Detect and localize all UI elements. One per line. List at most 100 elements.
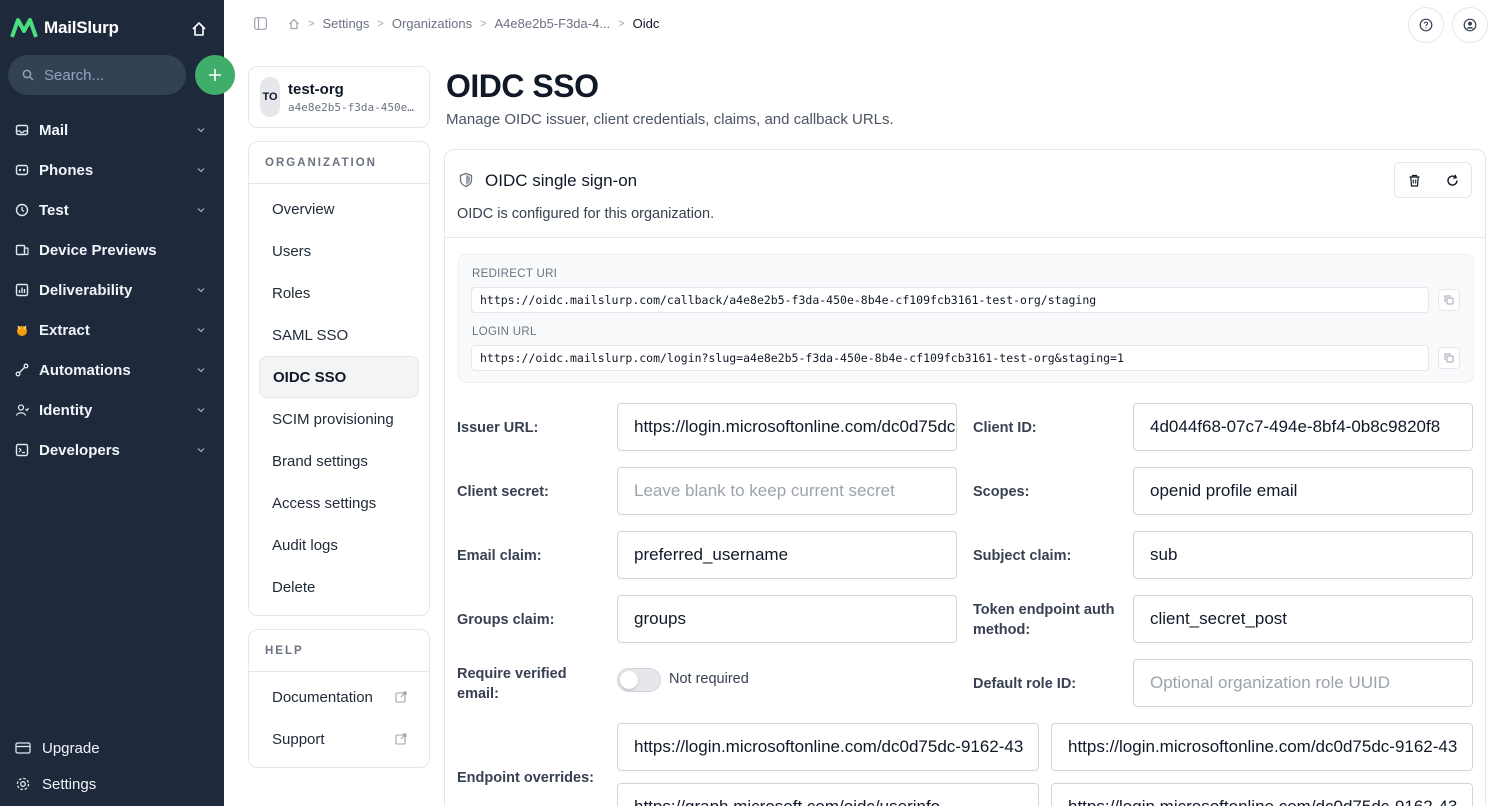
issuer-url-field[interactable] [617,403,957,451]
subject-claim-field[interactable] [1133,531,1473,579]
breadcrumb-link[interactable]: Organizations [392,16,472,31]
sidebar-item-test[interactable]: Test [0,190,224,230]
gear-icon [16,777,30,791]
search-input[interactable] [44,66,164,84]
endpoint-override-field[interactable] [617,783,1039,806]
help-item-support[interactable]: Support [259,718,419,760]
breadcrumb: > Settings > Organizations > A4e8e2b5-F3… [288,16,659,31]
endpoint-override-field[interactable] [1051,723,1473,771]
breadcrumb-link[interactable]: Settings [322,16,369,31]
endpoint-override-input[interactable] [634,737,1038,757]
sidebar-item-label: Upgrade [42,739,100,757]
org-menu-item-scim[interactable]: SCIM provisioning [259,398,419,440]
sidebar-item-upgrade[interactable]: Upgrade [0,730,224,766]
endpoint-override-field[interactable] [617,723,1039,771]
scopes-field[interactable] [1133,467,1473,515]
identity-icon [15,404,29,416]
client-id-input[interactable] [1150,417,1472,437]
client-id-field[interactable] [1133,403,1473,451]
chart-icon [15,283,29,297]
home-icon [192,22,206,36]
add-button[interactable] [195,55,235,95]
email-claim-input[interactable] [634,545,956,565]
sidebar-item-developers[interactable]: Developers [0,430,224,470]
sidebar-item-label: Device Previews [39,241,157,259]
sidebar-item-settings[interactable]: Settings [0,766,224,802]
terminal-icon [15,443,29,457]
redirect-uri-value[interactable]: https://oidc.mailslurp.com/callback/a4e8… [471,287,1429,313]
groups-claim-field[interactable] [617,595,957,643]
sidebar-item-label: Deliverability [39,281,133,299]
copy-login-button[interactable] [1438,347,1460,369]
default-role-field[interactable] [1133,659,1473,707]
sidebar-item-extract[interactable]: Extract [0,310,224,350]
scopes-label: Scopes: [973,484,1030,500]
breadcrumb-current: Oidc [632,16,660,31]
toggle-knob [620,671,638,689]
org-menu-item-access-settings[interactable]: Access settings [259,482,419,524]
phone-icon [15,164,29,176]
copy-redirect-button[interactable] [1438,289,1460,311]
breadcrumb-link[interactable]: A4e8e2b5-F3da-4... [495,16,611,31]
endpoint-override-field[interactable] [1051,783,1473,806]
sidebar-item-mail[interactable]: Mail [0,110,224,150]
help-item-label: Support [272,730,325,748]
refresh-button[interactable] [1433,163,1471,197]
shield-icon [459,172,473,188]
account-button[interactable] [1452,7,1488,43]
help-button[interactable] [1408,7,1444,43]
token-auth-field[interactable] [1133,595,1473,643]
device-icon [15,244,29,256]
breadcrumb-separator: > [308,17,315,30]
card-description: OIDC is configured for this organization… [457,206,715,222]
delete-button[interactable] [1395,163,1433,197]
sidebar-item-deliverability[interactable]: Deliverability [0,270,224,310]
org-menu-item-saml-sso[interactable]: SAML SSO [259,314,419,356]
issuer-url-label: Issuer URL: [457,420,539,436]
sidebar-toggle-button[interactable] [254,17,267,35]
sidebar-item-device-previews[interactable]: Device Previews [0,230,224,270]
org-menu-item-roles[interactable]: Roles [259,272,419,314]
verified-email-status: Not required [669,671,749,687]
help-item-documentation[interactable]: Documentation [259,676,419,718]
home-button[interactable] [188,18,210,40]
sidebar-item-label: Mail [39,121,69,139]
sidebar-item-label: Settings [42,775,97,793]
groups-claim-input[interactable] [634,609,956,629]
org-menu-item-brand-settings[interactable]: Brand settings [259,440,419,482]
client-secret-field[interactable] [617,467,957,515]
endpoint-override-input[interactable] [634,797,1038,806]
breadcrumb-separator: > [618,17,625,30]
subject-claim-input[interactable] [1150,545,1472,565]
sidebar: MailSlurp Mail Phones Test Device Previe… [0,0,235,806]
home-icon[interactable] [288,18,300,30]
callback-urls: REDIRECT URI https://oidc.mailslurp.com/… [458,254,1474,383]
org-menu-item-overview[interactable]: Overview [259,188,419,230]
card-actions [1394,162,1472,198]
client-secret-input[interactable] [634,481,956,501]
sidebar-item-phones[interactable]: Phones [0,150,224,190]
sidebar-item-label: Phones [39,161,94,179]
default-role-input[interactable] [1150,673,1472,693]
brand[interactable]: MailSlurp [10,16,119,40]
org-switcher[interactable]: TO test-org a4e8e2b5-f3da-450e... [248,66,430,128]
org-menu-item-audit-logs[interactable]: Audit logs [259,524,419,566]
sidebar-item-identity[interactable]: Identity [0,390,224,430]
scopes-input[interactable] [1150,481,1472,501]
org-menu-item-users[interactable]: Users [259,230,419,272]
chevron-down-icon [197,328,205,333]
endpoint-override-input[interactable] [1068,737,1472,757]
mailslurp-logo-icon [10,18,38,38]
org-menu-item-oidc-sso[interactable]: OIDC SSO [259,356,419,398]
token-auth-input[interactable] [1150,609,1472,629]
issuer-url-input[interactable] [634,417,956,437]
org-menu-item-delete[interactable]: Delete [259,566,419,608]
verified-email-label: Require verified email: [457,664,567,704]
login-url-value[interactable]: https://oidc.mailslurp.com/login?slug=a4… [471,345,1429,371]
search-box[interactable] [8,55,186,95]
verified-email-toggle[interactable] [617,668,661,692]
copy-icon [1444,295,1454,305]
email-claim-field[interactable] [617,531,957,579]
endpoint-override-input[interactable] [1068,797,1472,806]
sidebar-item-automations[interactable]: Automations [0,350,224,390]
